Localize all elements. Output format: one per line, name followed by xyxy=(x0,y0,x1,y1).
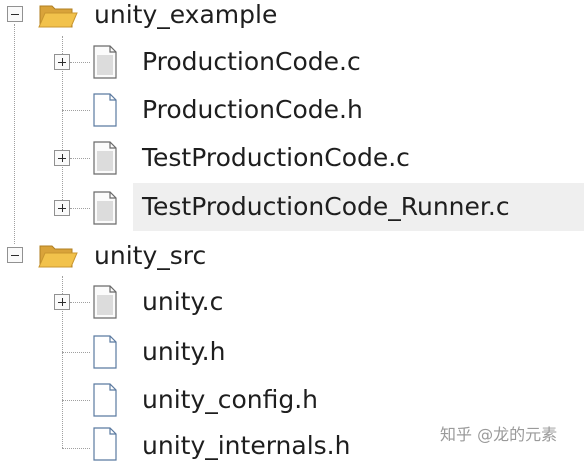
header-file-icon xyxy=(93,335,117,369)
watermark-text: 知乎 @龙的元素 xyxy=(440,425,558,444)
collapse-toggle-unity-src[interactable] xyxy=(7,247,23,263)
tree-item-testproductioncode-c[interactable]: TestProductionCode.c xyxy=(142,140,410,176)
open-folder-icon xyxy=(38,5,78,28)
c-source-file-icon xyxy=(93,191,117,225)
open-folder-icon xyxy=(38,245,78,268)
tree-item-unity-c[interactable]: unity.c xyxy=(142,284,223,320)
expand-toggle-testproductioncode-c[interactable] xyxy=(54,150,70,166)
tree-item-unity-config-h[interactable]: unity_config.h xyxy=(142,382,318,418)
c-source-file-icon xyxy=(93,141,117,175)
tree-connector xyxy=(62,110,90,111)
tree-item-unity-h[interactable]: unity.h xyxy=(142,334,225,370)
tree-item-productioncode-h[interactable]: ProductionCode.h xyxy=(142,92,363,128)
expand-toggle-productioncode-c[interactable] xyxy=(54,54,70,70)
header-file-icon xyxy=(93,93,117,127)
header-file-icon xyxy=(93,427,117,461)
tree-connector xyxy=(70,158,90,159)
tree-connector xyxy=(14,24,15,244)
tree-item-unity-example[interactable]: unity_example xyxy=(94,0,277,33)
collapse-toggle-unity-example[interactable] xyxy=(7,6,23,22)
c-source-file-icon xyxy=(93,45,117,79)
tree-connector xyxy=(62,400,90,401)
tree-connector xyxy=(70,62,90,63)
expand-toggle-unity-c[interactable] xyxy=(54,294,70,310)
tree-connector xyxy=(62,352,90,353)
tree-item-productioncode-c[interactable]: ProductionCode.c xyxy=(142,44,361,80)
expand-toggle-testproductioncode-runner-c[interactable] xyxy=(54,200,70,216)
c-source-file-icon xyxy=(93,285,117,319)
tree-item-testproductioncode-runner-c[interactable]: TestProductionCode_Runner.c xyxy=(142,189,510,225)
header-file-icon xyxy=(93,383,117,417)
tree-connector xyxy=(70,208,90,209)
tree-connector xyxy=(62,448,90,449)
tree-connector xyxy=(70,302,90,303)
tree-item-unity-src[interactable]: unity_src xyxy=(94,238,206,274)
file-tree: unity_example ProductionCode.c Productio… xyxy=(0,0,584,461)
